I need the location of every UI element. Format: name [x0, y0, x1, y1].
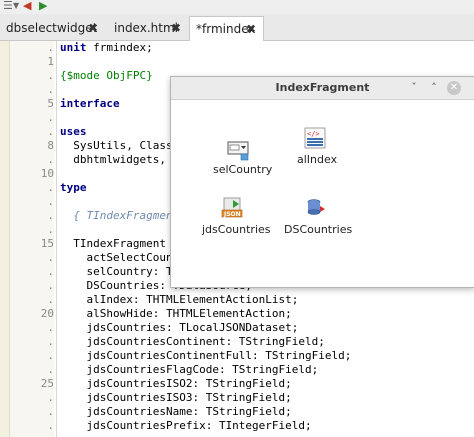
line-number: .	[47, 293, 54, 306]
code-line: dbhtmlwidgets, D	[60, 153, 180, 166]
code-line: alShowHide: THTMLElementAction;	[60, 307, 292, 320]
code-line: jdsCountriesISO3: TStringField;	[60, 391, 292, 404]
code-line: jdsCountriesContinentFull: TStringField;	[60, 349, 352, 362]
component-label: alIndex	[297, 153, 338, 166]
component-label: jdsCountries	[202, 223, 271, 236]
tab-label: index.html	[114, 21, 178, 35]
select-widget-icon	[227, 141, 249, 161]
component-alindex[interactable]: </> alIndex	[291, 127, 341, 167]
code-line: unit frmindex;	[60, 41, 153, 54]
line-number: .	[47, 125, 54, 138]
line-number: 15	[40, 237, 54, 250]
line-number: .	[47, 209, 54, 222]
code-line: jdsCountriesName: TStringField;	[60, 405, 292, 418]
bookmark-gutter	[0, 41, 10, 437]
tab-index-html[interactable]: index.html ✖	[108, 16, 188, 40]
component-label: DSCountries	[284, 223, 353, 236]
line-number: .	[47, 195, 54, 208]
code-line: jdsCountries: TLocalJSONDataset;	[60, 321, 299, 334]
code-line: uses	[60, 125, 87, 138]
tab-label: dbselectwidget	[6, 21, 98, 35]
code-line: { TIndexFragment	[60, 209, 180, 222]
dropdown-icon[interactable]: ▼	[13, 0, 19, 12]
code-line: selCountry: TD	[60, 265, 180, 278]
line-number: .	[47, 391, 54, 404]
tab-frmindex[interactable]: *frmindex ✖	[189, 16, 264, 41]
code-line: jdsCountriesContinent: TStringField;	[60, 335, 325, 348]
code-line: SysUtils, Classe	[60, 139, 180, 152]
component-dscountries[interactable]: DSCountries	[284, 197, 354, 237]
restore-icon[interactable]: ˄	[427, 81, 441, 95]
tab-dbselectwidget[interactable]: dbselectwidget ✖	[0, 16, 106, 40]
line-number: 25	[40, 377, 54, 390]
line-number: 8	[47, 139, 54, 152]
line-number: .	[47, 349, 54, 362]
toolbar: ☰ ▼ ◀ ▶	[0, 0, 474, 14]
code-line: type	[60, 181, 87, 194]
forward-arrow-icon[interactable]: ▶	[39, 0, 47, 12]
back-arrow-icon[interactable]: ◀	[23, 0, 31, 12]
svg-text:</>: </>	[307, 130, 320, 138]
close-icon[interactable]: ✖	[171, 16, 181, 40]
code-line: actSelectCount	[60, 251, 180, 264]
gutter-divider	[56, 41, 57, 437]
editor-tab-bar: dbselectwidget ✖ index.html ✖ *frmindex …	[0, 14, 474, 41]
line-number: .	[47, 223, 54, 236]
line-number: 20	[40, 307, 54, 320]
form-designer-window[interactable]: IndexFragment ˇ ˄ ✕ selCountry </> alInd…	[170, 76, 474, 288]
component-jdscountries[interactable]: JSON jdsCountries	[201, 197, 271, 237]
close-icon[interactable]: ✖	[246, 17, 256, 41]
line-number: .	[47, 69, 54, 82]
line-number: 10	[40, 167, 54, 180]
component-selcountry[interactable]: selCountry	[209, 139, 273, 179]
line-number: .	[47, 419, 54, 432]
component-label: selCountry	[213, 163, 273, 176]
close-icon[interactable]: ✖	[88, 16, 98, 40]
code-line: alIndex: THTMLElementActionList;	[60, 293, 299, 306]
line-number: .	[47, 181, 54, 194]
code-line: interface	[60, 97, 120, 110]
line-number: 5	[47, 97, 54, 110]
close-icon[interactable]: ✕	[447, 81, 461, 95]
line-number: .	[47, 83, 54, 96]
window-titlebar[interactable]: IndexFragment ˇ ˄ ✕	[171, 77, 474, 100]
line-number: .	[47, 153, 54, 166]
minimize-icon[interactable]: ˇ	[407, 81, 421, 95]
code-line: jdsCountriesFlagCode: TStringField;	[60, 363, 319, 376]
line-number: .	[47, 41, 54, 54]
line-number: .	[47, 265, 54, 278]
line-number: .	[47, 335, 54, 348]
line-number: .	[47, 321, 54, 334]
code-line: TIndexFragment =	[60, 237, 180, 250]
svg-text:JSON: JSON	[223, 211, 241, 218]
line-number: 1	[47, 55, 54, 68]
code-line: jdsCountriesISO2: TStringField;	[60, 377, 292, 390]
line-number: .	[47, 363, 54, 376]
line-number: .	[47, 279, 54, 292]
line-number: .	[47, 405, 54, 418]
line-number: .	[47, 251, 54, 264]
json-dataset-icon: JSON	[221, 197, 243, 218]
code-line: jdsCountriesPrefix: TIntegerField;	[60, 419, 312, 432]
code-line: {$mode ObjFPC}	[60, 69, 153, 82]
datasource-icon	[307, 199, 325, 215]
action-list-icon: </>	[304, 127, 326, 149]
line-number: .	[47, 111, 54, 124]
editor-settings-icon[interactable]: ☰	[3, 0, 13, 12]
